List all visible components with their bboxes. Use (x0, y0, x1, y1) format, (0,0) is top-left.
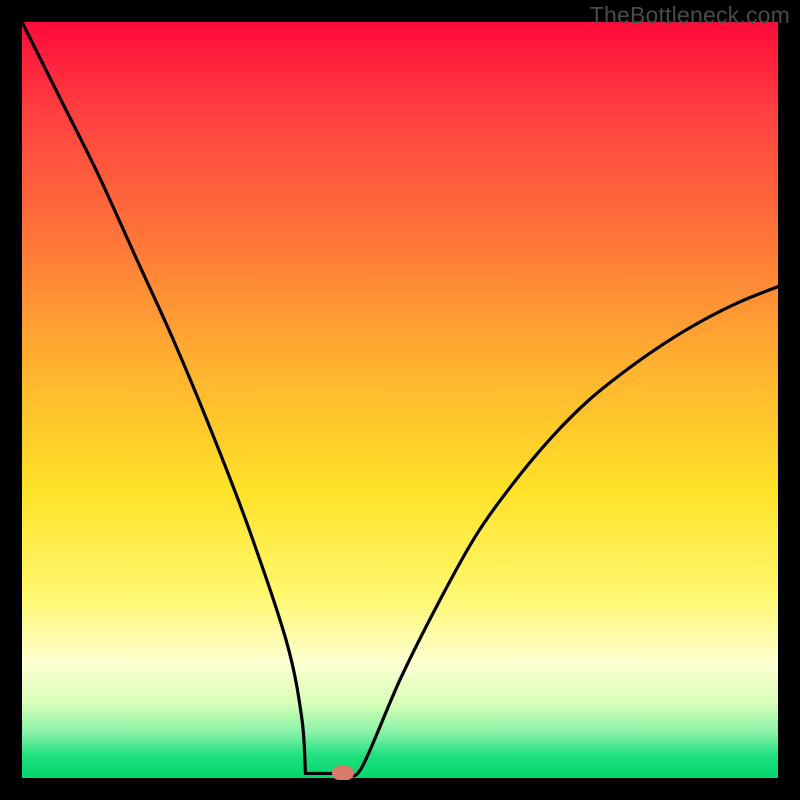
optimal-point-marker (332, 766, 354, 780)
bottleneck-curve (22, 22, 778, 778)
watermark-text: TheBottleneck.com (590, 2, 790, 29)
chart-plot-area (22, 22, 778, 778)
